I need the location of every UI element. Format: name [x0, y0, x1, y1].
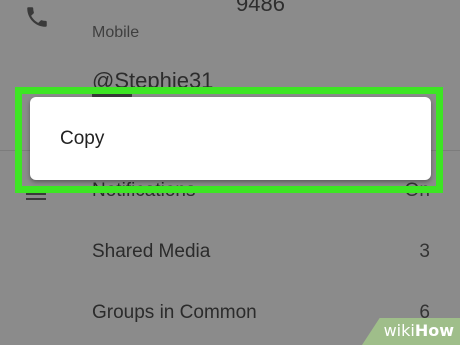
watermark-how: How	[414, 321, 454, 340]
copy-menu-item[interactable]: Copy	[30, 97, 431, 180]
phone-number[interactable]: 9486	[236, 0, 285, 17]
wikihow-watermark: wikiHow	[384, 321, 454, 340]
context-menu-dialog: Copy	[30, 97, 431, 180]
groups-in-common-label[interactable]: Groups in Common	[92, 302, 257, 324]
watermark-wiki: wiki	[383, 321, 415, 340]
phone-type-label: Mobile	[92, 24, 140, 41]
shared-media-label[interactable]: Shared Media	[92, 241, 210, 263]
phone-icon	[27, 7, 47, 27]
shared-media-count: 3	[419, 241, 430, 262]
